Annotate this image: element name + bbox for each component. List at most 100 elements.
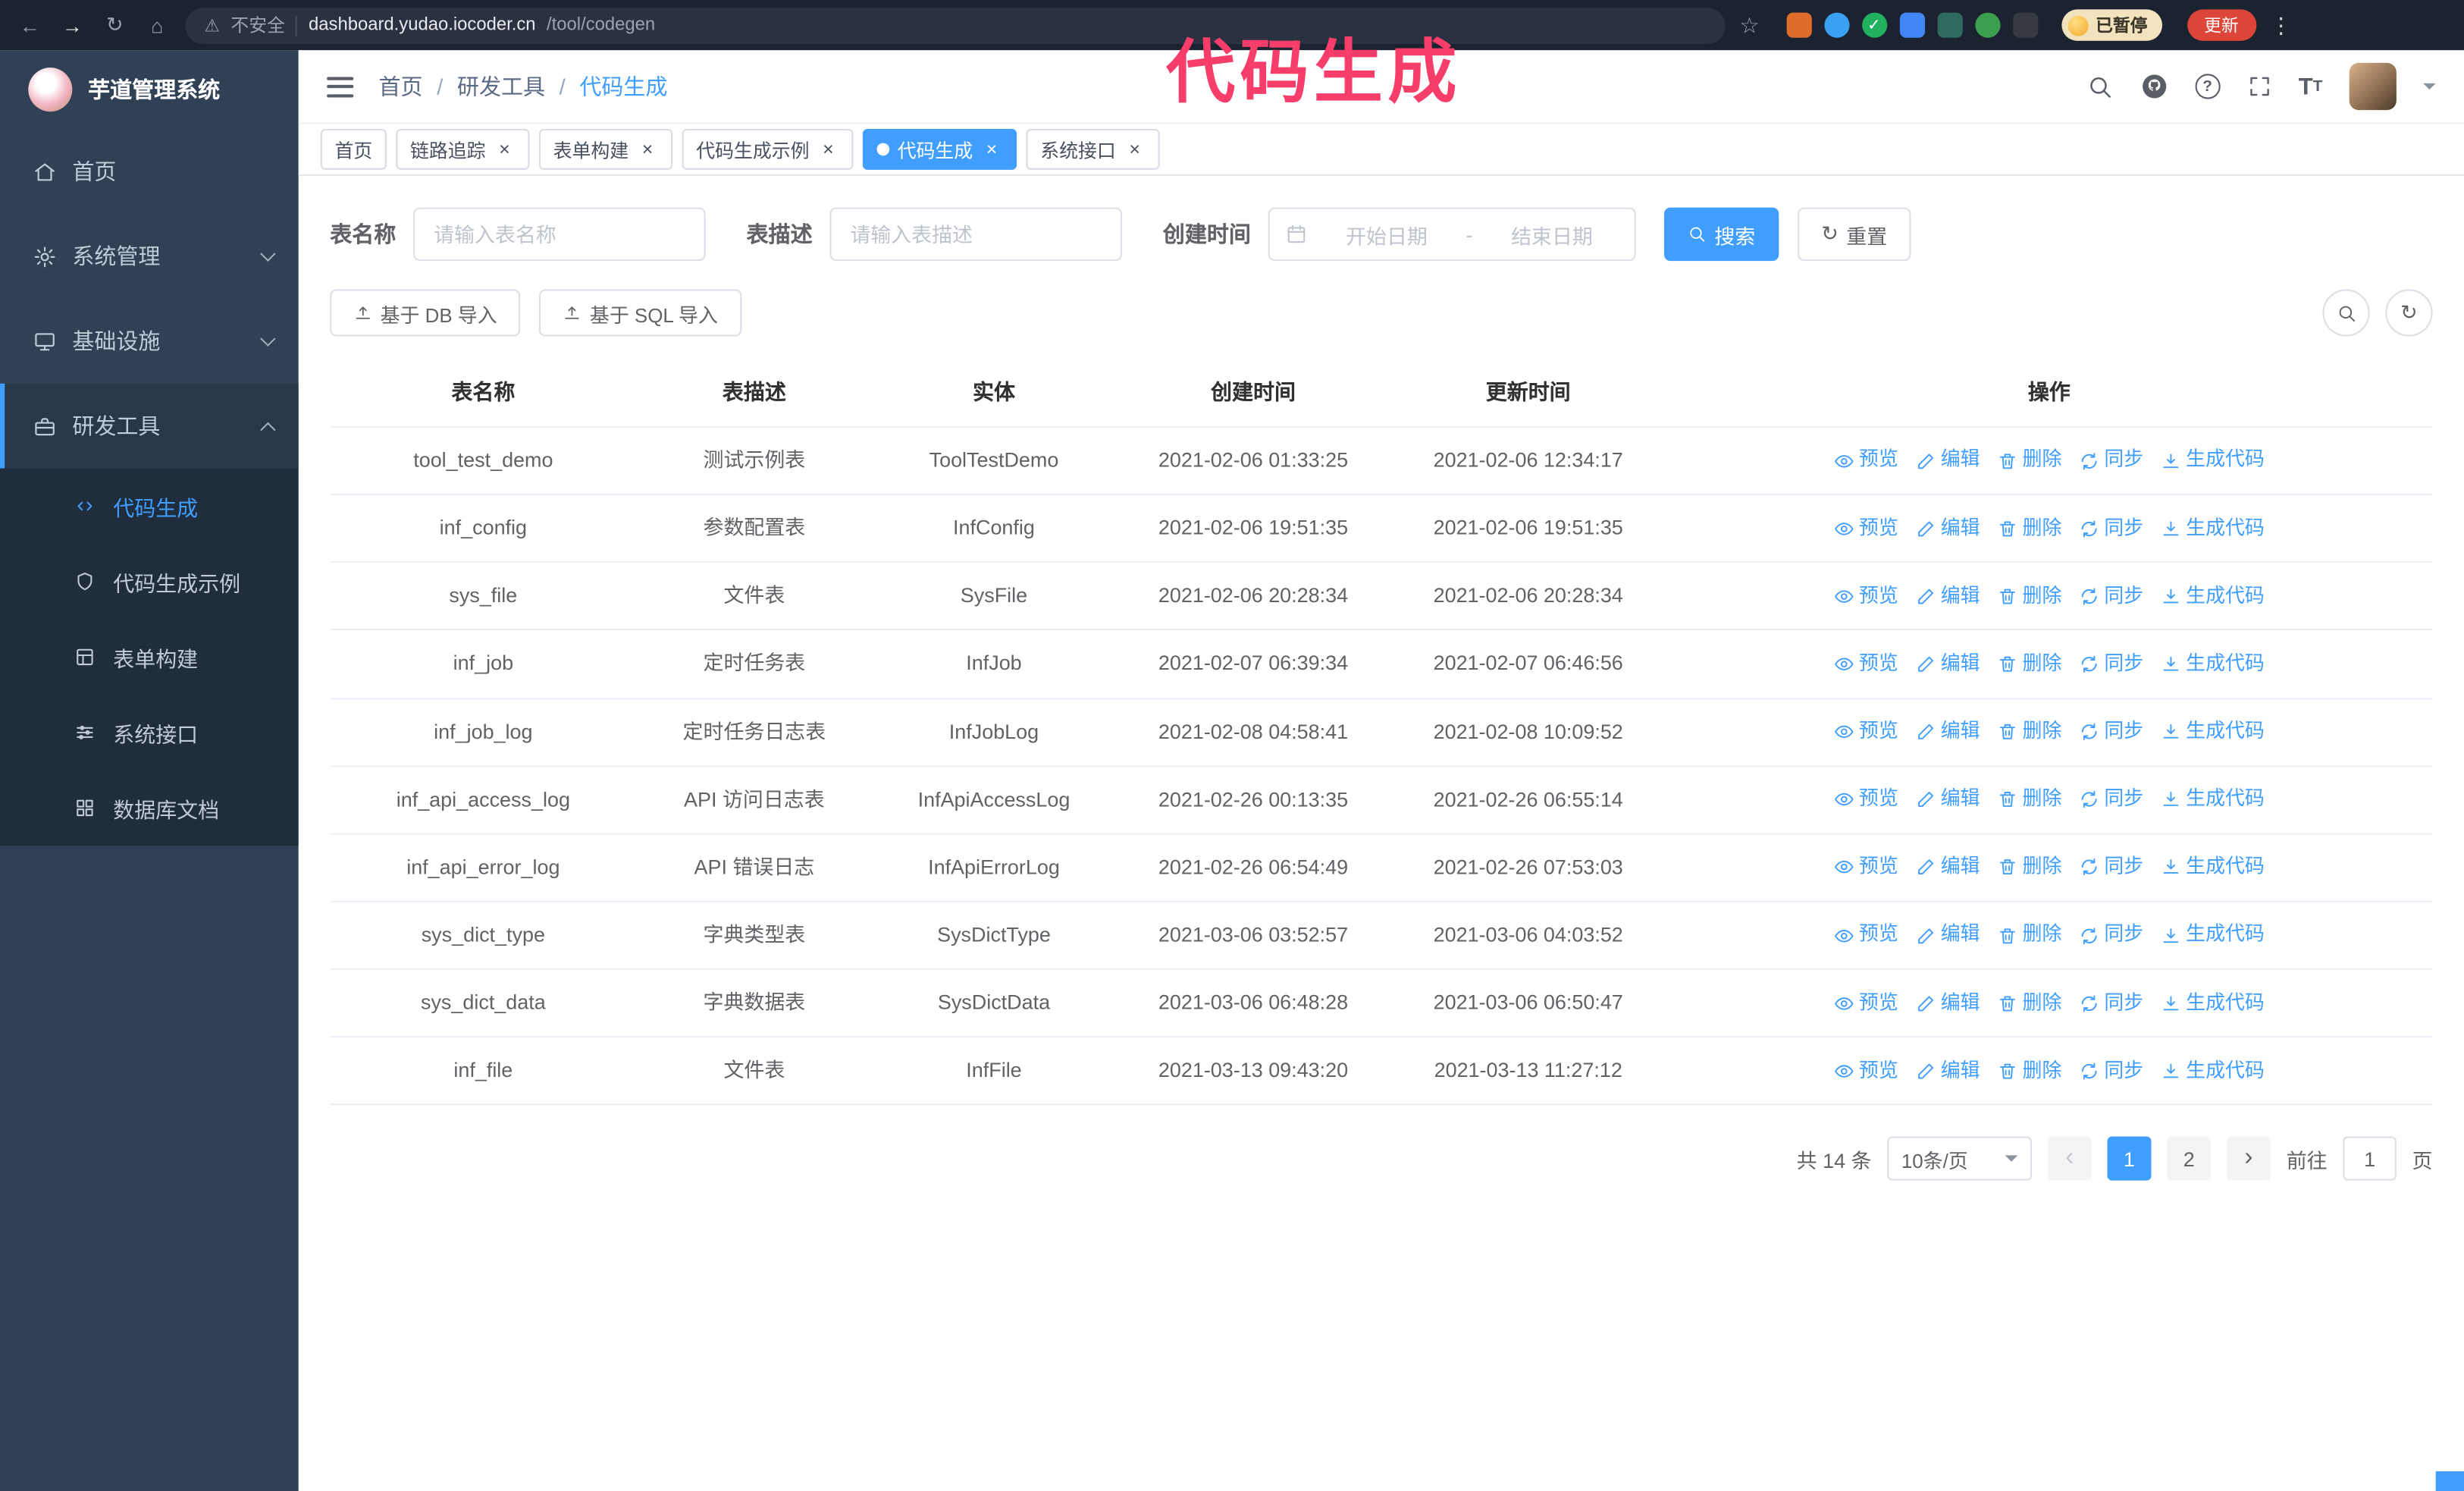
edit-link[interactable]: 编辑 [1916,852,1980,883]
close-icon[interactable] [817,138,839,160]
address-bar[interactable]: 不安全 dashboard.yudao.iocoder.cn /tool/cod… [185,7,1726,43]
preview-link[interactable]: 预览 [1834,581,1898,611]
page-button-1[interactable]: 1 [2107,1137,2152,1182]
close-icon[interactable] [981,138,1003,160]
preview-link[interactable]: 预览 [1834,649,1898,680]
delete-link[interactable]: 删除 [1997,920,2061,950]
table-name-input[interactable] [413,207,706,262]
corner-widget[interactable] [2435,1471,2464,1491]
edit-link[interactable]: 编辑 [1916,784,1980,815]
sidebar-item-infrastructure[interactable]: 基础设施 [0,299,299,384]
extension-icon[interactable] [1823,12,1849,38]
generate-code-link[interactable]: 生成代码 [2161,513,2265,544]
refresh-table-button[interactable] [2385,289,2433,337]
edit-link[interactable]: 编辑 [1916,717,1980,747]
edit-link[interactable]: 编辑 [1916,649,1980,680]
delete-link[interactable]: 删除 [1997,581,2061,611]
generate-code-link[interactable]: 生成代码 [2161,649,2265,680]
preview-link[interactable]: 预览 [1834,784,1898,815]
bookmark-star-icon[interactable] [1739,12,1759,39]
extension-icon[interactable] [1861,12,1887,38]
sidebar-item-codegen-example[interactable]: 代码生成示例 [0,544,299,619]
preview-link[interactable]: 预览 [1834,852,1898,883]
sidebar-item-system-management[interactable]: 系统管理 [0,214,299,299]
prev-page-button[interactable] [2047,1137,2092,1182]
chevron-down-icon[interactable] [2423,83,2436,96]
generate-code-link[interactable]: 生成代码 [2161,920,2265,950]
browser-home-icon[interactable] [143,14,171,37]
toggle-search-button[interactable] [2322,289,2370,337]
edit-link[interactable]: 编辑 [1916,445,1980,476]
extension-icon[interactable] [2012,12,2038,38]
import-db-button[interactable]: 基于 DB 导入 [330,289,521,337]
browser-menu-icon[interactable] [2270,12,2292,39]
close-icon[interactable] [494,138,516,160]
tab-form-builder[interactable]: 表单构建 [539,128,673,170]
sync-link[interactable]: 同步 [2079,513,2143,544]
github-icon[interactable] [2140,72,2168,100]
next-page-button[interactable] [2226,1137,2271,1182]
generate-code-link[interactable]: 生成代码 [2161,445,2265,476]
delete-link[interactable]: 删除 [1997,649,2061,680]
import-sql-button[interactable]: 基于 SQL 导入 [539,289,741,337]
extension-icon[interactable] [1898,12,1925,38]
delete-link[interactable]: 删除 [1997,988,2061,1019]
preview-link[interactable]: 预览 [1834,988,1898,1019]
reset-button[interactable]: 重置 [1798,207,1911,262]
generate-code-link[interactable]: 生成代码 [2161,581,2265,611]
page-button-2[interactable]: 2 [2167,1137,2212,1182]
sync-link[interactable]: 同步 [2079,920,2143,950]
extension-icon[interactable] [1936,12,1962,38]
hamburger-icon[interactable] [327,76,354,97]
profile-paused-badge[interactable]: 已暂停 [2061,9,2162,41]
preview-link[interactable]: 预览 [1834,920,1898,950]
preview-link[interactable]: 预览 [1834,445,1898,476]
sync-link[interactable]: 同步 [2079,649,2143,680]
browser-reload-icon[interactable] [101,13,129,38]
avatar[interactable] [2349,62,2397,111]
edit-link[interactable]: 编辑 [1916,513,1980,544]
sidebar-item-form-builder[interactable]: 表单构建 [0,620,299,695]
delete-link[interactable]: 删除 [1997,513,2061,544]
delete-link[interactable]: 删除 [1997,1056,2061,1086]
date-range-picker[interactable]: 开始日期 - 结束日期 [1268,207,1636,262]
edit-link[interactable]: 编辑 [1916,920,1980,950]
goto-page-input[interactable] [2343,1137,2397,1182]
sync-link[interactable]: 同步 [2079,581,2143,611]
search-icon[interactable] [2086,73,2113,99]
tab-codegen[interactable]: 代码生成 [863,128,1017,170]
delete-link[interactable]: 删除 [1997,852,2061,883]
font-size-icon[interactable] [2299,73,2323,99]
breadcrumb-home[interactable]: 首页 [379,71,423,102]
help-icon[interactable] [2194,74,2221,99]
tab-home[interactable]: 首页 [320,128,387,170]
table-desc-input[interactable] [829,207,1122,262]
tab-system-api[interactable]: 系统接口 [1026,128,1160,170]
sidebar-item-dev-tools[interactable]: 研发工具 [0,383,299,469]
generate-code-link[interactable]: 生成代码 [2161,784,2265,815]
sync-link[interactable]: 同步 [2079,852,2143,883]
preview-link[interactable]: 预览 [1834,1056,1898,1086]
generate-code-link[interactable]: 生成代码 [2161,852,2265,883]
search-button[interactable]: 搜索 [1663,207,1779,262]
delete-link[interactable]: 删除 [1997,784,2061,815]
sidebar-item-home[interactable]: 首页 [0,129,299,214]
sync-link[interactable]: 同步 [2079,717,2143,747]
tab-trace[interactable]: 链路追踪 [396,128,530,170]
sidebar-item-system-api[interactable]: 系统接口 [0,695,299,770]
page-size-select[interactable]: 10条/页 [1887,1137,2032,1182]
tab-codegen-example[interactable]: 代码生成示例 [682,128,854,170]
browser-update-button[interactable]: 更新 [2187,9,2256,41]
generate-code-link[interactable]: 生成代码 [2161,717,2265,747]
breadcrumb-dev-tools[interactable]: 研发工具 [457,71,545,102]
extension-icon[interactable] [1974,12,2000,38]
extension-icon[interactable] [1785,12,1811,38]
preview-link[interactable]: 预览 [1834,513,1898,544]
generate-code-link[interactable]: 生成代码 [2161,1056,2265,1086]
sync-link[interactable]: 同步 [2079,784,2143,815]
app-logo-row[interactable]: 芋道管理系统 [0,50,299,129]
delete-link[interactable]: 删除 [1997,445,2061,476]
edit-link[interactable]: 编辑 [1916,988,1980,1019]
sync-link[interactable]: 同步 [2079,1056,2143,1086]
close-icon[interactable] [1124,138,1146,160]
